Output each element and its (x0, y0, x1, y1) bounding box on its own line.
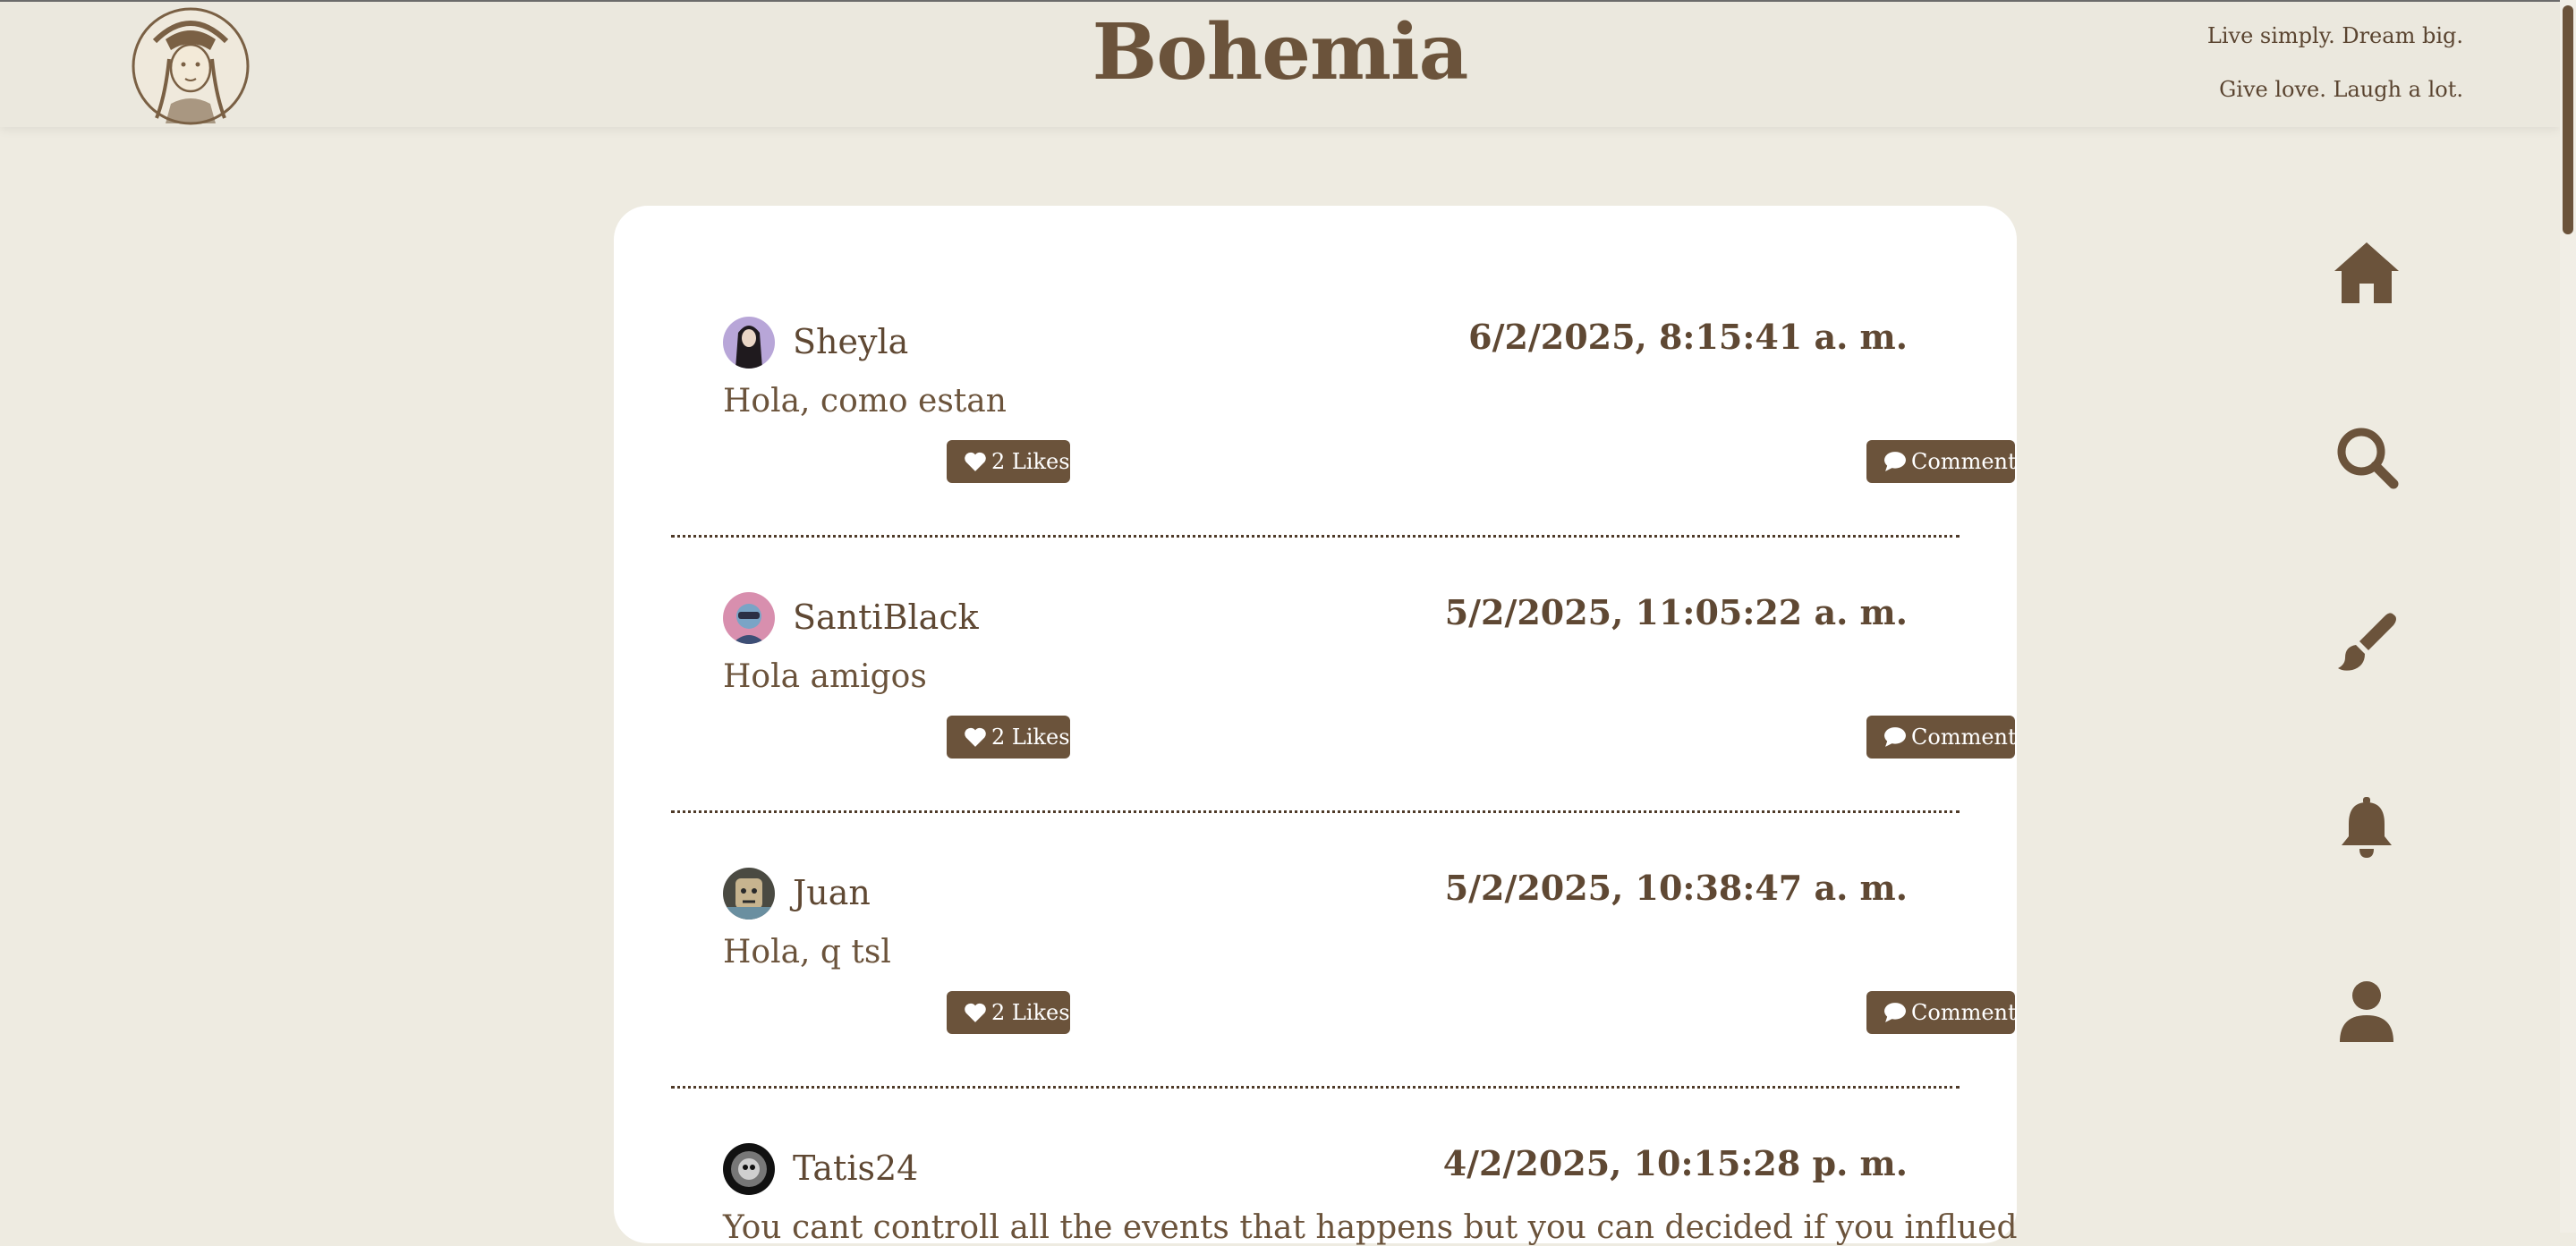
like-button[interactable]: 2 Likes (947, 716, 1070, 759)
post-timestamp: 4/2/2025, 10:15:28 p. m. (1442, 1143, 1908, 1183)
like-count-label: 2 Likes (991, 449, 1070, 474)
comment-icon (1884, 726, 1906, 747)
user-icon (2340, 981, 2393, 1042)
comment-icon (1884, 1002, 1906, 1022)
home-icon (2334, 242, 2399, 303)
heart-icon (965, 727, 986, 747)
avatar[interactable] (723, 592, 775, 644)
header: Bohemia Live simply. Dream big. Give lov… (0, 0, 2560, 127)
nav-search[interactable] (2326, 417, 2407, 497)
post-content: Hola, q tsl (723, 934, 891, 971)
post-timestamp: 5/2/2025, 11:05:22 a. m. (1444, 592, 1908, 632)
search-icon (2337, 428, 2399, 489)
feed-card: Sheyla 6/2/2025, 8:15:41 a. m. Hola, com… (614, 206, 2018, 1246)
scrollbar[interactable] (2560, 0, 2576, 1233)
comment-label: Comment (1911, 725, 2017, 750)
like-button[interactable]: 2 Likes (947, 440, 1070, 483)
avatar[interactable] (723, 317, 775, 369)
avatar[interactable] (723, 868, 775, 920)
bell-icon (2342, 797, 2392, 858)
comment-button[interactable]: Comment (1866, 440, 2017, 483)
paintbrush-icon (2338, 613, 2396, 671)
post-timestamp: 5/2/2025, 10:38:47 a. m. (1444, 868, 1908, 908)
post-timestamp: 6/2/2025, 8:15:41 a. m. (1468, 317, 1908, 357)
tagline: Live simply. Dream big. (2206, 23, 2463, 48)
post-content: You cant controll all the events that ha… (723, 1209, 2018, 1246)
nav-home[interactable] (2326, 233, 2407, 313)
comment-button[interactable]: Comment (1866, 991, 2017, 1034)
post-username[interactable]: Juan (793, 873, 871, 912)
post-username[interactable]: Sheyla (793, 322, 908, 361)
post-username[interactable]: SantiBlack (793, 598, 979, 637)
post-content: Hola amigos (723, 658, 927, 695)
post-content: Hola, como estan (723, 383, 1007, 420)
avatar[interactable] (723, 1143, 775, 1195)
nav-profile[interactable] (2326, 971, 2407, 1052)
scrollbar-thumb[interactable] (2563, 5, 2573, 234)
heart-icon (965, 452, 986, 471)
like-count-label: 2 Likes (991, 725, 1070, 750)
comment-label: Comment (1911, 449, 2017, 474)
divider (671, 810, 1960, 813)
comment-icon (1884, 451, 1906, 471)
comment-button[interactable]: Comment (1866, 716, 2017, 759)
like-count-label: 2 Likes (991, 1000, 1070, 1025)
comment-label: Comment (1911, 1000, 2017, 1025)
nav-notifications[interactable] (2326, 787, 2407, 868)
heart-icon (965, 1003, 986, 1022)
divider (671, 535, 1960, 538)
like-button[interactable]: 2 Likes (947, 991, 1070, 1034)
post-username[interactable]: Tatis24 (793, 1149, 918, 1188)
nav-create[interactable] (2326, 603, 2407, 683)
divider (671, 1086, 1960, 1089)
tagline: Give love. Laugh a lot. (2219, 77, 2463, 102)
brand-title: Bohemia (1092, 7, 1469, 97)
